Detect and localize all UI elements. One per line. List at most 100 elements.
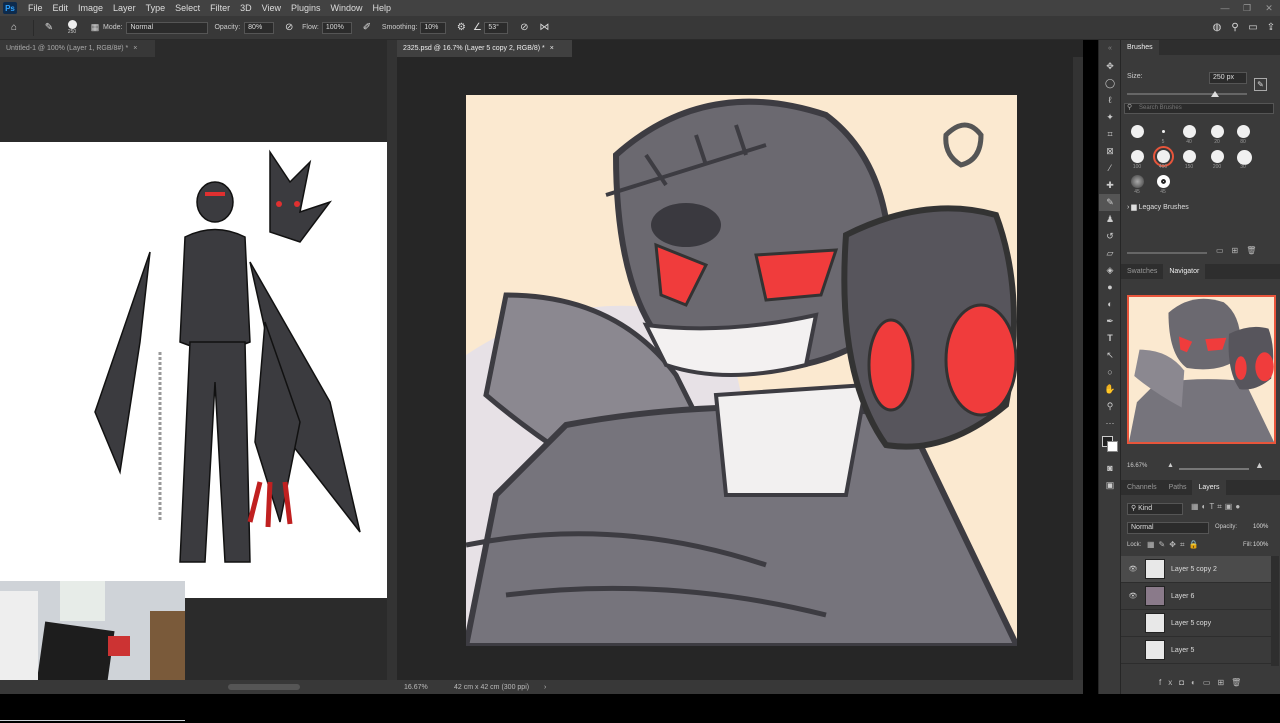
tab-channels[interactable]: Channels	[1121, 480, 1163, 495]
brush-preset[interactable]	[1131, 175, 1144, 188]
eyedropper-tool-icon[interactable]: ⁄	[1099, 160, 1121, 177]
bucket-tool-icon[interactable]: ◈	[1099, 262, 1121, 279]
color-swatches[interactable]	[1099, 432, 1120, 460]
menu-item-file[interactable]: File	[23, 0, 48, 16]
brush-preset[interactable]	[1211, 125, 1224, 138]
layer-name[interactable]: Layer 5 copy	[1171, 620, 1211, 627]
type-tool-icon[interactable]: T	[1099, 330, 1121, 347]
close-icon[interactable]: ×	[133, 45, 137, 52]
quick-mask-icon[interactable]: ◙	[1099, 460, 1121, 477]
menu-item-type[interactable]: Type	[141, 0, 171, 16]
navigator-preview[interactable]	[1127, 295, 1276, 444]
brush-search-input[interactable]: Search Brushes	[1124, 103, 1274, 114]
brush-tool-icon[interactable]: ✎	[1099, 194, 1121, 211]
layer-name[interactable]: Layer 5 copy 2	[1171, 566, 1217, 573]
brush-preset[interactable]	[1237, 150, 1252, 165]
tab-layers[interactable]: Layers	[1192, 480, 1226, 495]
layer-row[interactable]: 👁 Layer 5 copy 2	[1121, 556, 1271, 583]
blur-tool-icon[interactable]: ●	[1099, 279, 1121, 296]
restore-icon[interactable]: ❐	[1236, 0, 1258, 16]
symmetry-icon[interactable]: ⋈	[534, 22, 554, 33]
pressure-size-icon[interactable]: ⊘	[514, 22, 534, 33]
fill-field[interactable]: 100%	[1253, 542, 1268, 548]
zoom-tool-icon[interactable]: ⚲	[1099, 398, 1121, 415]
stamp-tool-icon[interactable]: ♟	[1099, 211, 1121, 228]
marquee-tool-icon[interactable]: ◯	[1099, 75, 1121, 92]
brush-preset[interactable]	[1211, 150, 1224, 163]
tab-paths[interactable]: Paths	[1163, 480, 1193, 495]
hand-tool-icon[interactable]: ✋	[1099, 381, 1121, 398]
brush-preset[interactable]	[1183, 125, 1196, 138]
menu-item-plugins[interactable]: Plugins	[286, 0, 326, 16]
menu-item-window[interactable]: Window	[326, 0, 368, 16]
learn-icon[interactable]: ◍	[1208, 22, 1226, 33]
zoom-out-icon[interactable]: ▲	[1167, 462, 1174, 469]
layer-row[interactable]: 👁 Layer 6	[1121, 583, 1271, 610]
brush-settings-icon[interactable]: ▦	[87, 22, 103, 33]
chevron-right-icon[interactable]: ›	[544, 684, 546, 691]
zoom-in-icon[interactable]: ▲	[1255, 460, 1264, 470]
vertical-scrollbar[interactable]	[387, 40, 397, 680]
menu-item-3d[interactable]: 3D	[235, 0, 257, 16]
brush-tool-icon[interactable]: ✎	[39, 22, 59, 33]
pressure-opacity-icon[interactable]: ⊘	[280, 22, 298, 33]
close-icon[interactable]: ×	[550, 45, 554, 52]
tab-swatches[interactable]: Swatches	[1121, 264, 1163, 279]
blend-mode-dropdown[interactable]: Normal	[1127, 522, 1209, 534]
tab-untitled[interactable]: Untitled-1 @ 100% (Layer 1, RGB/8#) * ×	[0, 40, 155, 57]
tab-2325-psd[interactable]: 2325.psd @ 16.7% (Layer 5 copy 2, RGB/8)…	[397, 40, 572, 57]
eraser-tool-icon[interactable]: ▱	[1099, 245, 1121, 262]
menu-item-select[interactable]: Select	[170, 0, 205, 16]
frame-tool-icon[interactable]: ⊠	[1099, 143, 1121, 160]
magic-wand-tool-icon[interactable]: ✦	[1099, 109, 1121, 126]
vertical-scrollbar[interactable]	[1073, 57, 1083, 680]
brush-preset[interactable]	[1153, 146, 1174, 167]
lasso-tool-icon[interactable]: ℓ	[1099, 92, 1121, 109]
menu-item-filter[interactable]: Filter	[205, 0, 235, 16]
tab-brushes[interactable]: Brushes	[1121, 40, 1159, 55]
layer-name[interactable]: Layer 6	[1171, 593, 1194, 600]
tab-navigator[interactable]: Navigator	[1163, 264, 1206, 279]
layers-footer-icons[interactable]: fx◘◐▭⊞🗑	[1159, 678, 1248, 687]
menu-item-help[interactable]: Help	[368, 0, 397, 16]
workspace-icon[interactable]: ▭	[1244, 22, 1262, 33]
home-icon[interactable]: ⌂	[0, 22, 28, 33]
shape-tool-icon[interactable]: ○	[1099, 364, 1121, 381]
move-tool-icon[interactable]: ✥	[1099, 58, 1121, 75]
brush-panel-footer-icons[interactable]: ▭⊞🗑	[1216, 246, 1264, 255]
gear-icon[interactable]: ⚙	[452, 22, 470, 33]
pen-tool-icon[interactable]: ✒	[1099, 313, 1121, 330]
menu-item-layer[interactable]: Layer	[108, 0, 141, 16]
layers-scrollbar[interactable]	[1271, 556, 1279, 666]
minimize-icon[interactable]: —	[1214, 0, 1236, 16]
dodge-tool-icon[interactable]: ◐	[1099, 296, 1121, 313]
horizontal-scrollbar[interactable]	[228, 684, 300, 690]
visibility-eye-icon[interactable]: 👁	[1121, 592, 1145, 600]
share-icon[interactable]: ⇪	[1262, 22, 1280, 33]
legacy-brushes-folder[interactable]: › ▆ Legacy Brushes	[1127, 203, 1189, 211]
brush-size-field[interactable]: 250 px	[1209, 72, 1247, 84]
mode-dropdown[interactable]: Normal	[126, 21, 209, 34]
brush-preset[interactable]	[1183, 150, 1196, 163]
brush-size-slider[interactable]	[1127, 93, 1247, 95]
angle-field[interactable]: 53°	[484, 21, 509, 34]
crop-tool-icon[interactable]: ⌗	[1099, 126, 1121, 143]
background-color[interactable]	[1107, 441, 1118, 452]
more-tools-icon[interactable]: ···	[1099, 415, 1121, 432]
brush-preset-picker[interactable]: 250	[59, 20, 85, 35]
layer-row[interactable]: Layer 5	[1121, 637, 1271, 664]
healing-tool-icon[interactable]: ✚	[1099, 177, 1121, 194]
menu-item-view[interactable]: View	[257, 0, 286, 16]
zoom-readout[interactable]: 16.67%	[404, 684, 454, 691]
close-icon[interactable]: ✕	[1258, 0, 1280, 16]
brush-size-slider-thumb[interactable]	[1211, 91, 1219, 97]
layer-name[interactable]: Layer 5	[1171, 647, 1194, 654]
menu-item-edit[interactable]: Edit	[48, 0, 74, 16]
brush-preset[interactable]	[1237, 125, 1250, 138]
search-icon[interactable]: ⚲	[1226, 22, 1244, 33]
opacity-field[interactable]: 80%	[244, 21, 275, 34]
layer-opacity-field[interactable]: 100%	[1253, 524, 1268, 530]
layer-row[interactable]: Layer 5 copy	[1121, 610, 1271, 637]
lock-icons[interactable]: ▦✎✥⌗🔒	[1147, 540, 1202, 550]
navigator-zoom-value[interactable]: 16.67%	[1127, 463, 1147, 469]
